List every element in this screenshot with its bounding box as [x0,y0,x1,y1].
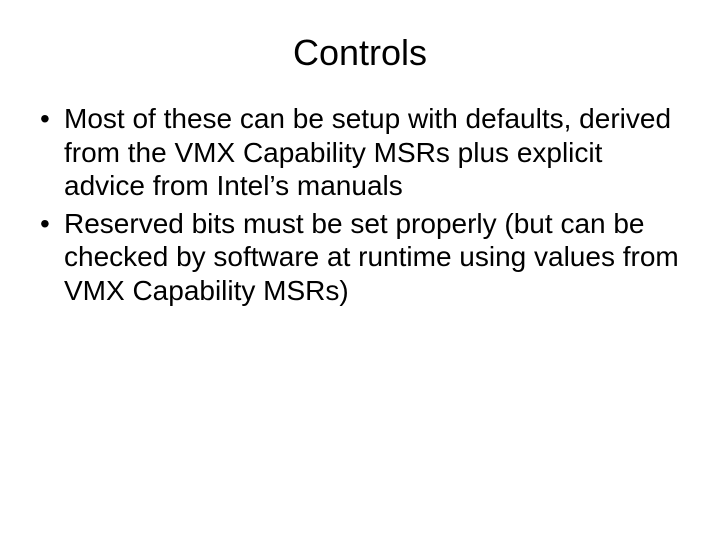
bullet-item: Reserved bits must be set properly (but … [36,207,684,308]
slide-title: Controls [36,32,684,74]
bullet-item: Most of these can be setup with defaults… [36,102,684,203]
slide: Controls Most of these can be setup with… [0,0,720,540]
bullet-list: Most of these can be setup with defaults… [36,102,684,308]
